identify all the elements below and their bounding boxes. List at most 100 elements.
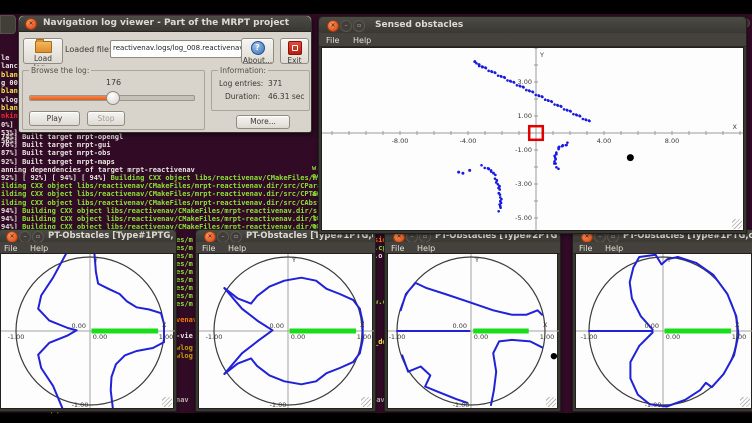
information-group: Information: Log entries: 371 Duration: … xyxy=(211,70,310,111)
svg-text:-3.00: -3.00 xyxy=(515,180,532,188)
close-icon[interactable]: ✕ xyxy=(25,18,37,30)
pt-plot-3[interactable]: -1.00 0.00 1.00 0.00 -1.00 X Y xyxy=(387,253,558,409)
menu-help[interactable]: Help xyxy=(228,244,246,253)
log-slider[interactable] xyxy=(29,95,195,101)
menu-file[interactable]: File xyxy=(4,244,17,253)
terminal-fragment: es/m xyxy=(176,252,193,260)
loaded-file-field[interactable]: reactivenav.logs/log_008.reactivenav xyxy=(110,40,242,58)
pt-plot-2[interactable]: -1.00 0.00 1.00 0.00 -1.00 X Y xyxy=(198,253,373,409)
stop-button[interactable]: Stop xyxy=(87,111,125,126)
about-button[interactable]: ? About... xyxy=(241,38,274,64)
log-entries-value: 371 xyxy=(268,79,282,88)
terminal-fragment: blan xyxy=(1,87,18,95)
more-button[interactable]: More... xyxy=(236,115,290,129)
terminal-fragment: 56%] xyxy=(1,137,18,145)
terminal-fragment: le xyxy=(1,54,9,62)
maximize-icon[interactable]: ▫ xyxy=(353,20,365,32)
svg-text:0.00: 0.00 xyxy=(72,322,86,330)
sensed-obstacles-window[interactable]: ✕ – ▫ Sensed obstacles File Help -8.00-4… xyxy=(318,16,747,234)
menu-file[interactable]: File xyxy=(579,244,592,253)
about-label: About... xyxy=(242,56,273,65)
svg-text:X: X xyxy=(360,321,365,329)
svg-text:1.00: 1.00 xyxy=(518,112,532,120)
svg-text:X: X xyxy=(162,321,167,329)
pt-obstacles-window-1[interactable]: ✕ – ▫ PT-Obstacles [Type#1PTG,ci File He… xyxy=(0,229,177,412)
svg-text:-1.00: -1.00 xyxy=(270,401,287,408)
menu-help[interactable]: Help xyxy=(605,244,623,253)
svg-text:-1.00: -1.00 xyxy=(72,401,89,408)
minimize-icon[interactable]: – xyxy=(340,20,352,32)
pt-plot-canvas: -1.00 0.00 1.00 0.00 -1.00 X Y xyxy=(388,254,559,408)
resize-grip[interactable] xyxy=(361,397,371,407)
svg-text:-1.00: -1.00 xyxy=(389,333,406,341)
svg-text:0.00: 0.00 xyxy=(291,333,305,341)
pt-obstacles-window-3[interactable]: ✕ – ▫ PT-Obstacles [Type#2PTG,a File Hel… xyxy=(384,229,561,412)
terminal-fragment: lanc xyxy=(1,62,18,70)
svg-text:0.00: 0.00 xyxy=(645,322,659,330)
svg-text:-8.00: -8.00 xyxy=(392,137,409,145)
sensed-plot[interactable]: -8.00-4.004.008.003.001.00-1.00-3.00-5.0… xyxy=(321,47,744,231)
browse-log-group: Browse the log: 176 Play Stop xyxy=(22,70,205,130)
titlebar[interactable]: ✕ Navigation log viewer - Part of the MR… xyxy=(19,16,311,32)
window-title: Sensed obstacles xyxy=(375,20,463,30)
svg-text:-1.00: -1.00 xyxy=(515,146,532,154)
svg-text:0.00: 0.00 xyxy=(270,322,284,330)
svg-text:Y: Y xyxy=(474,256,479,264)
terminal-fragment: blan xyxy=(1,71,18,79)
folder-icon xyxy=(35,41,52,53)
svg-text:X: X xyxy=(735,321,740,329)
menu-help[interactable]: Help xyxy=(417,244,435,253)
svg-text:1.00: 1.00 xyxy=(732,333,746,341)
svg-text:1.00: 1.00 xyxy=(540,333,554,341)
resize-grip[interactable] xyxy=(740,397,750,407)
terminal-fragment: g 00 xyxy=(1,79,18,87)
menubar: File Help xyxy=(319,33,746,47)
svg-text:-1.00: -1.00 xyxy=(581,333,598,341)
menu-help[interactable]: Help xyxy=(353,36,371,45)
loaded-file-label: Loaded file: xyxy=(65,45,112,54)
terminal-fragment: es/m xyxy=(176,276,193,284)
terminal-fragment: blan xyxy=(1,104,18,112)
resize-grip[interactable] xyxy=(732,219,742,229)
menu-file[interactable]: File xyxy=(326,36,339,45)
terminal-fragment: 53%] xyxy=(1,129,18,137)
svg-text:X: X xyxy=(543,321,548,329)
titlebar[interactable]: ✕ – ▫ Sensed obstacles xyxy=(319,17,746,34)
slider-handle[interactable] xyxy=(106,91,120,105)
svg-text:-1.00: -1.00 xyxy=(206,333,223,341)
exit-button[interactable]: Exit xyxy=(280,38,309,64)
nav-log-viewer-window[interactable]: ✕ Navigation log viewer - Part of the MR… xyxy=(18,15,312,133)
svg-text:Y: Y xyxy=(291,256,296,264)
terminal-fragment: wlog xyxy=(176,352,193,360)
play-button[interactable]: Play xyxy=(29,111,80,126)
svg-text:0.00: 0.00 xyxy=(453,322,467,330)
svg-text:0.00: 0.00 xyxy=(474,333,488,341)
svg-text:0.00: 0.00 xyxy=(93,333,107,341)
slider-fill xyxy=(30,96,112,100)
window-title: Navigation log viewer - Part of the MRPT… xyxy=(43,18,289,28)
desktop-screen: 74%] Built target mrpt-opengl76%] Built … xyxy=(0,0,752,423)
load-log-button[interactable]: Load log... xyxy=(23,38,63,64)
question-icon: ? xyxy=(251,41,265,55)
menu-help[interactable]: Help xyxy=(30,244,48,253)
log-entries-label: Log entries: xyxy=(219,79,263,88)
svg-text:-1.00: -1.00 xyxy=(8,333,25,341)
svg-text:1.00: 1.00 xyxy=(357,333,371,341)
pt-obstacles-window-2[interactable]: ✕ – ▫ PT-Obstacles [Type#1PTG,ci File He… xyxy=(195,229,376,412)
pt-obstacles-window-4[interactable]: ✕ – ▫ PT-Obstacles [Type#1PTG,ci File He… xyxy=(572,229,752,412)
resize-grip[interactable] xyxy=(546,397,556,407)
close-icon[interactable]: ✕ xyxy=(327,20,339,32)
duration-label: Duration: xyxy=(225,92,260,101)
svg-text:8.00: 8.00 xyxy=(665,137,679,145)
svg-text:-1.00: -1.00 xyxy=(453,401,470,408)
menu-file[interactable]: File xyxy=(391,244,404,253)
terminal-fragment: es/m xyxy=(176,236,193,244)
pt-plot-4[interactable]: -1.000.001.000.00-1.00XY xyxy=(575,253,752,409)
menu-file[interactable]: File xyxy=(202,244,215,253)
pt-plot-canvas: -1.00 0.00 1.00 0.00 -1.00 X Y xyxy=(199,254,374,408)
terminal-fragment: es/m xyxy=(176,300,193,308)
resize-grip[interactable] xyxy=(162,397,172,407)
svg-text:X: X xyxy=(733,123,738,131)
pt-plot-1[interactable]: -1.000.001.000.00-1.00XY xyxy=(0,253,174,409)
svg-text:Y: Y xyxy=(539,51,544,59)
